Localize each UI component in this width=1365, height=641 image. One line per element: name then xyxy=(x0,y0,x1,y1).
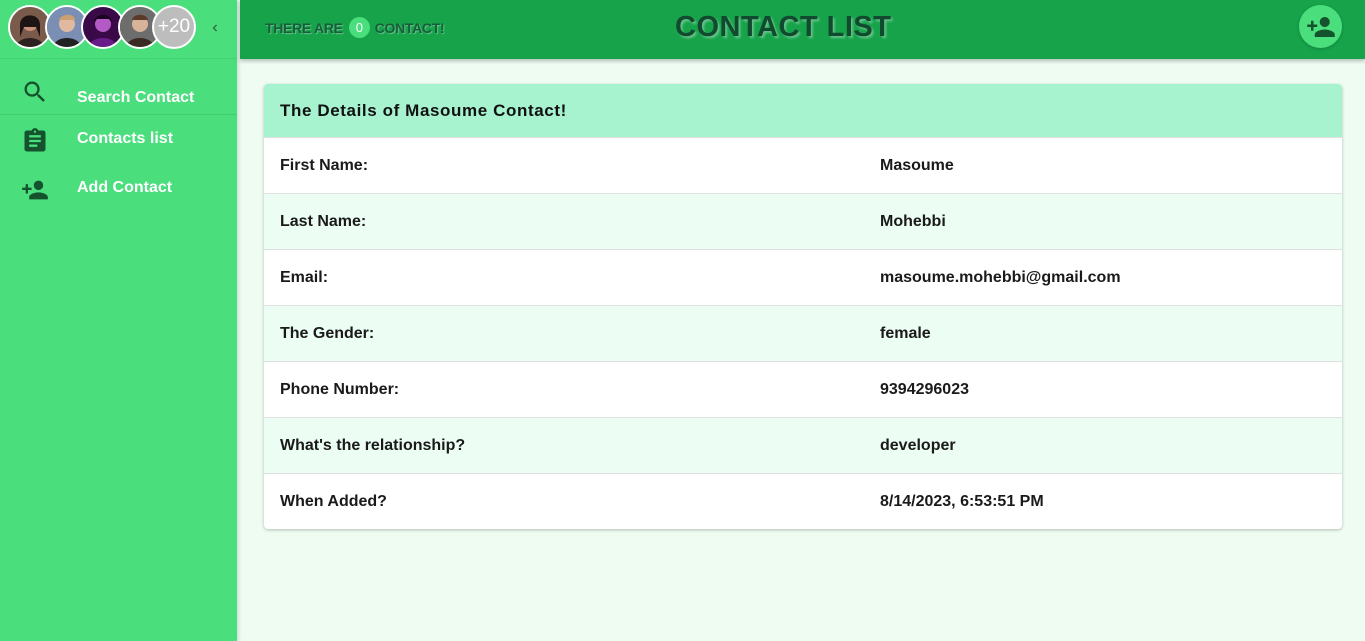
sidebar-item-add-contact[interactable]: Add Contact xyxy=(0,164,237,213)
row-value: Masoume xyxy=(880,156,954,174)
row-value: female xyxy=(880,324,931,342)
sidebar-item-label: Contacts list xyxy=(77,130,174,147)
contact-details-card: The Details of Masoume Contact! First Na… xyxy=(264,84,1342,529)
add-contact-button[interactable] xyxy=(1299,5,1342,48)
sidebar-item-label: Add Contact xyxy=(77,179,173,196)
row-label: The Gender: xyxy=(280,324,375,342)
contact-count: THERE ARE 0 CONTACT! xyxy=(265,17,445,38)
sidebar-item-search-contact[interactable]: Search Contact xyxy=(0,66,237,115)
collapse-sidebar-button[interactable] xyxy=(203,16,227,40)
row-label: First Name: xyxy=(280,156,369,174)
sidebar: +20 Search Contact Contacts list Add Con… xyxy=(0,0,237,641)
search-icon xyxy=(24,81,45,102)
row-value: masoume.mohebbi@gmail.com xyxy=(880,268,1121,286)
detail-row: When Added? 8/14/2023, 6:53:51 PM xyxy=(264,474,1342,529)
row-label: What's the relationship? xyxy=(280,436,466,454)
detail-row: The Gender: female xyxy=(264,306,1342,362)
row-label: Phone Number: xyxy=(280,380,400,398)
sidebar-header: +20 xyxy=(0,0,237,59)
detail-row: What's the relationship? developer xyxy=(264,418,1342,474)
detail-row: Phone Number: 9394296023 xyxy=(264,362,1342,418)
detail-row: Email: masoume.mohebbi@gmail.com xyxy=(264,250,1342,306)
chevron-left-icon xyxy=(212,24,217,32)
clipboard-icon xyxy=(24,128,46,152)
row-value: developer xyxy=(880,436,956,454)
sidebar-item-label: Search Contact xyxy=(77,89,195,106)
row-value: 9394296023 xyxy=(880,380,969,398)
row-value: Mohebbi xyxy=(880,212,946,230)
count-prefix: THERE ARE xyxy=(265,19,343,36)
card-title: The Details of Masoume Contact! xyxy=(280,100,567,120)
app-header: THERE ARE 0 CONTACT! CONTACT LIST xyxy=(240,0,1365,59)
sidebar-item-contacts-list[interactable]: Contacts list xyxy=(0,115,237,164)
avatar-more-count[interactable]: +20 xyxy=(152,5,196,49)
row-value: 8/14/2023, 6:53:51 PM xyxy=(880,492,1044,510)
detail-row: Last Name: Mohebbi xyxy=(264,194,1342,250)
row-label: Last Name: xyxy=(280,212,367,230)
detail-row: First Name: Masoume xyxy=(264,138,1342,194)
person-add-icon xyxy=(1306,16,1335,37)
page-title: CONTACT LIST xyxy=(675,11,892,43)
count-badge: 0 xyxy=(348,17,370,38)
card-header: The Details of Masoume Contact! xyxy=(264,84,1342,138)
person-add-icon xyxy=(22,180,48,200)
count-suffix: CONTACT! xyxy=(374,19,445,36)
row-label: When Added? xyxy=(280,492,387,510)
row-label: Email: xyxy=(280,268,329,286)
